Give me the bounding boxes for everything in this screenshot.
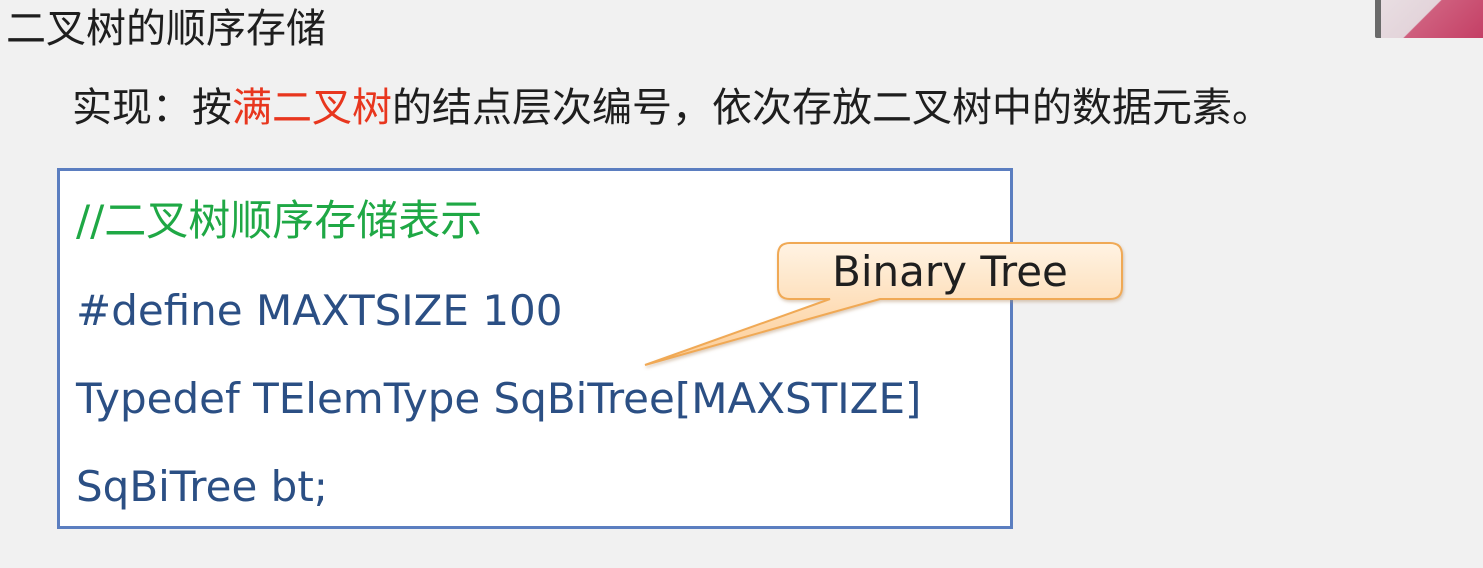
intro-suffix: 的结点层次编号，依次存放二叉树中的数据元素。 bbox=[392, 85, 1272, 131]
intro-text: 实现：按满二叉树的结点层次编号，依次存放二叉树中的数据元素。 bbox=[72, 80, 1272, 136]
intro-highlight: 满二叉树 bbox=[232, 85, 392, 131]
code-box: //二叉树顺序存储表示 #define MAXTSIZE 100 Typedef… bbox=[57, 168, 1013, 529]
presenter-video-thumbnail-icon bbox=[1375, 0, 1483, 38]
slide-title: 二叉树的顺序存储 bbox=[6, 6, 326, 52]
code-line-typedef: Typedef TElemType SqBiTree[MAXSTIZE] bbox=[76, 374, 922, 423]
code-line-declaration: SqBiTree bt; bbox=[76, 462, 328, 511]
code-line-define: #define MAXTSIZE 100 bbox=[76, 286, 563, 335]
callout-label: Binary Tree bbox=[832, 246, 1068, 296]
intro-prefix: 实现：按 bbox=[72, 85, 232, 131]
code-comment: //二叉树顺序存储表示 bbox=[76, 196, 483, 245]
